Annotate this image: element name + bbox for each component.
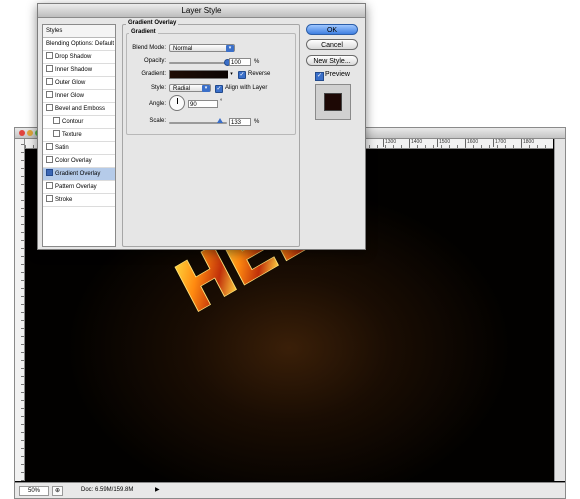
style-checkbox[interactable] bbox=[46, 65, 53, 72]
status-bar: 50% ⊕ Doc: 6.59M/159.8M ▶ bbox=[15, 482, 565, 498]
style-item-label: Inner Shadow bbox=[55, 67, 93, 73]
opacity-field[interactable]: 100 bbox=[229, 58, 251, 66]
style-checkbox[interactable] bbox=[46, 104, 53, 111]
status-menu-icon[interactable]: ⊕ bbox=[52, 486, 63, 496]
style-checkbox[interactable] bbox=[46, 91, 53, 98]
style-item[interactable]: Bevel and Emboss bbox=[43, 103, 115, 116]
align-with-layer-checkbox[interactable]: ✓ bbox=[215, 85, 223, 93]
style-item-label: Blending Options: Default bbox=[46, 41, 115, 47]
close-window-icon[interactable] bbox=[19, 130, 25, 136]
ruler-tick: 1600 bbox=[465, 139, 479, 147]
style-item[interactable]: Contour bbox=[43, 116, 115, 129]
style-item-label: Pattern Overlay bbox=[55, 184, 97, 190]
chevron-down-icon: ▾ bbox=[202, 85, 210, 92]
gradient-dropdown-icon[interactable]: ▾ bbox=[228, 70, 235, 79]
style-item-label: Satin bbox=[55, 145, 69, 151]
style-item[interactable]: Color Overlay bbox=[43, 155, 115, 168]
style-preview bbox=[315, 84, 351, 120]
reverse-checkbox[interactable]: ✓ bbox=[238, 71, 246, 79]
style-checkbox[interactable] bbox=[53, 117, 60, 124]
style-item[interactable]: Texture bbox=[43, 129, 115, 142]
style-item[interactable]: Outer Glow bbox=[43, 77, 115, 90]
scale-field[interactable]: 133 bbox=[229, 118, 251, 126]
opacity-slider[interactable] bbox=[169, 62, 227, 64]
styles-list: Styles Blending Options: Default Drop Sha… bbox=[42, 24, 116, 247]
style-value: Radial bbox=[173, 86, 191, 92]
section-title: Gradient Overlay bbox=[126, 20, 179, 26]
style-checkbox[interactable] bbox=[46, 169, 53, 176]
ruler-tick: 1400 bbox=[409, 139, 423, 147]
ruler-tick: 1800 bbox=[521, 139, 535, 147]
opacity-unit: % bbox=[254, 59, 260, 65]
angle-label: Angle: bbox=[148, 101, 166, 107]
angle-dial[interactable] bbox=[169, 95, 185, 111]
style-item-label: Color Overlay bbox=[55, 158, 92, 164]
dialog-title: Layer Style bbox=[38, 4, 365, 18]
style-checkbox[interactable] bbox=[53, 130, 60, 137]
blend-mode-value: Normal bbox=[173, 46, 193, 52]
style-item[interactable]: Satin bbox=[43, 142, 115, 155]
chevron-down-icon: ▾ bbox=[226, 45, 234, 52]
blend-mode-label: Blend Mode: bbox=[132, 45, 166, 51]
ok-button[interactable]: OK bbox=[306, 24, 358, 35]
blend-mode-select[interactable]: Normal ▾ bbox=[169, 44, 235, 52]
style-item-label: Drop Shadow bbox=[55, 54, 92, 60]
style-checkbox[interactable] bbox=[46, 52, 53, 59]
scale-slider-knob[interactable] bbox=[217, 118, 224, 123]
minimize-window-icon[interactable] bbox=[27, 130, 33, 136]
style-item-label: Gradient Overlay bbox=[55, 171, 101, 177]
style-item[interactable]: Drop Shadow bbox=[43, 51, 115, 64]
angle-field[interactable]: 90 bbox=[188, 100, 218, 108]
ruler-tick: 1500 bbox=[437, 139, 451, 147]
subsection-title: Gradient bbox=[129, 29, 158, 35]
style-checkbox[interactable] bbox=[46, 195, 53, 202]
left-ruler bbox=[15, 139, 25, 481]
vertical-scrollbar[interactable] bbox=[554, 139, 565, 481]
layer-style-dialog: Layer Style Styles Blending Options: Def… bbox=[37, 3, 366, 250]
style-item[interactable]: Stroke bbox=[43, 194, 115, 207]
style-checkbox[interactable] bbox=[46, 156, 53, 163]
ruler-tick: 1300 bbox=[383, 139, 397, 147]
ruler-tick: 1700 bbox=[493, 139, 507, 147]
reverse-label: Reverse bbox=[248, 71, 271, 77]
cancel-button[interactable]: Cancel bbox=[306, 39, 358, 50]
style-item-label: Stroke bbox=[55, 197, 73, 203]
style-item-label: Texture bbox=[62, 132, 82, 138]
scale-label: Scale: bbox=[149, 118, 166, 124]
style-item[interactable]: Inner Shadow bbox=[43, 64, 115, 77]
style-item[interactable]: Pattern Overlay bbox=[43, 181, 115, 194]
preview-label: Preview bbox=[325, 71, 350, 78]
style-item-label: Outer Glow bbox=[55, 80, 86, 86]
gradient-label: Gradient: bbox=[141, 71, 166, 77]
zoom-field[interactable]: 50% bbox=[19, 486, 49, 496]
style-label: Style: bbox=[150, 85, 166, 91]
scale-unit: % bbox=[254, 119, 260, 125]
doc-size: Doc: 6.59M/159.8M bbox=[81, 487, 134, 493]
style-item[interactable]: Inner Glow bbox=[43, 90, 115, 103]
styles-header[interactable]: Styles bbox=[43, 25, 115, 38]
angle-dial-hand bbox=[177, 98, 178, 104]
angle-unit: ° bbox=[220, 99, 223, 105]
new-style-button[interactable]: New Style... bbox=[306, 55, 358, 66]
preview-checkbox[interactable]: ✓ bbox=[315, 72, 324, 81]
style-preview-swatch bbox=[324, 93, 342, 111]
style-item-label: Contour bbox=[62, 119, 84, 125]
style-item-label: Inner Glow bbox=[55, 93, 85, 99]
style-select[interactable]: Radial ▾ bbox=[169, 84, 211, 92]
gradient-swatch[interactable] bbox=[169, 70, 229, 79]
style-item[interactable]: Gradient Overlay bbox=[43, 168, 115, 181]
style-item-label: Bevel and Emboss bbox=[55, 106, 106, 112]
opacity-label: Opacity: bbox=[143, 58, 166, 64]
style-item[interactable]: Blending Options: Default bbox=[43, 38, 115, 51]
status-arrow-icon[interactable]: ▶ bbox=[155, 486, 160, 493]
align-with-layer-label: Align with Layer bbox=[225, 85, 268, 91]
style-checkbox[interactable] bbox=[46, 78, 53, 85]
style-checkbox[interactable] bbox=[46, 182, 53, 189]
style-checkbox[interactable] bbox=[46, 143, 53, 150]
